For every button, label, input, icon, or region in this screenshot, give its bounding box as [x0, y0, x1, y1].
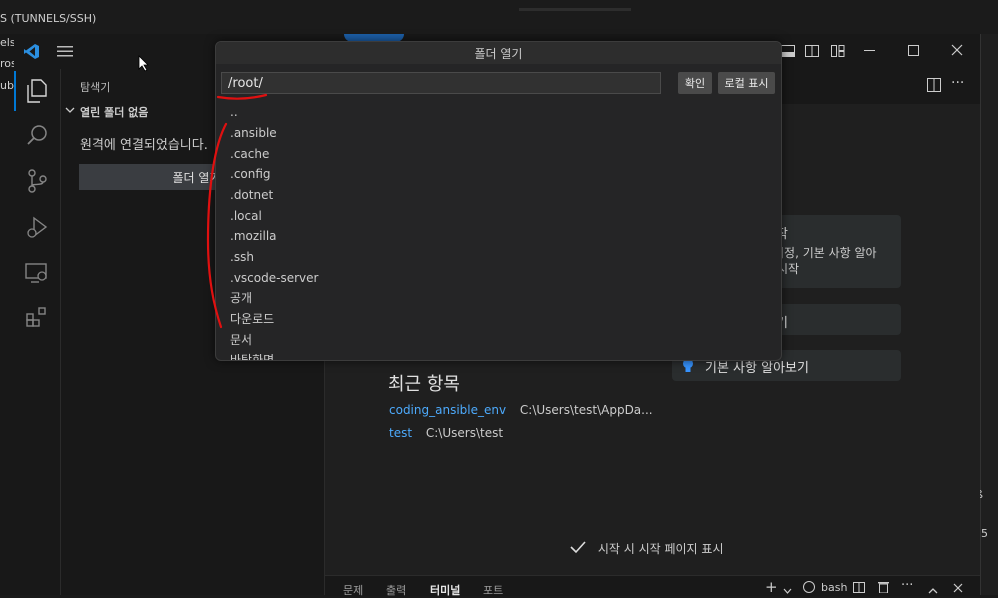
red-annotation-overlay	[206, 93, 268, 329]
red-underline-annotation	[216, 93, 268, 100]
red-bracket-annotation	[206, 122, 228, 329]
